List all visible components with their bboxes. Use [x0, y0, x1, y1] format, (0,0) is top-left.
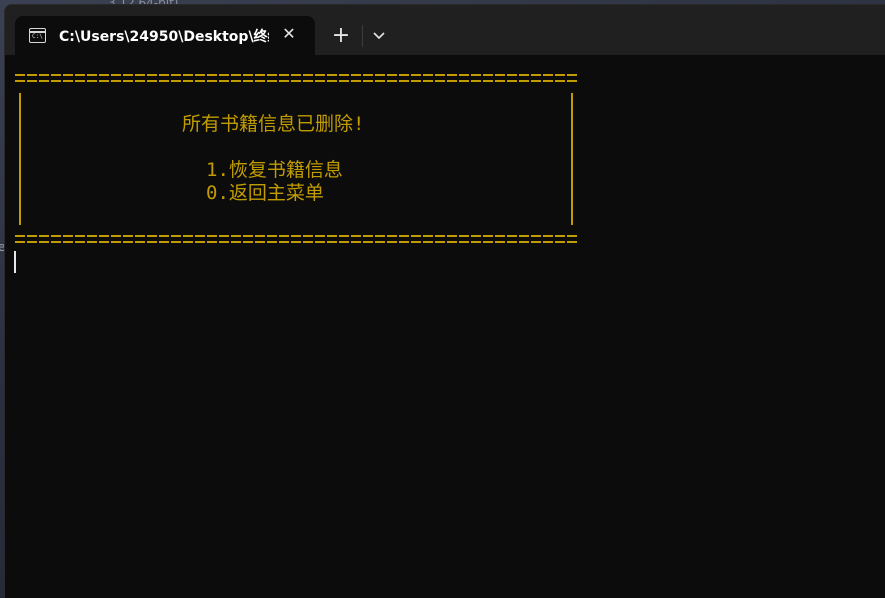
tab-terminal[interactable]: C:\ C:\Users\24950\Desktop\终终 ✕ — [15, 16, 315, 55]
tab-dropdown-button[interactable] — [367, 23, 391, 51]
new-tab-button[interactable]: + — [327, 23, 355, 51]
text-cursor — [14, 251, 16, 273]
menu-option-back: 0.返回主菜单 — [206, 182, 324, 204]
right-border-bar — [571, 93, 573, 225]
deleted-message: 所有书籍信息已删除! — [182, 113, 365, 135]
left-border-bar — [19, 93, 21, 225]
chevron-down-icon — [373, 32, 385, 40]
close-tab-button[interactable]: ✕ — [279, 24, 299, 44]
menu-option-restore: 1.恢复书籍信息 — [206, 159, 343, 181]
terminal-output[interactable]: 所有书籍信息已删除! 1.恢复书籍信息 0.返回主菜单 — [5, 55, 885, 598]
terminal-window: C:\ C:\Users\24950\Desktop\终终 ✕ + 所有书籍信息… — [4, 4, 885, 598]
tab-divider — [362, 25, 363, 47]
title-bar[interactable]: C:\ C:\Users\24950\Desktop\终终 ✕ + — [5, 5, 885, 55]
top-border-rule — [15, 74, 577, 82]
terminal-icon: C:\ — [29, 28, 46, 43]
tab-title: C:\Users\24950\Desktop\终终 — [59, 29, 269, 45]
bottom-border-rule — [15, 235, 577, 243]
